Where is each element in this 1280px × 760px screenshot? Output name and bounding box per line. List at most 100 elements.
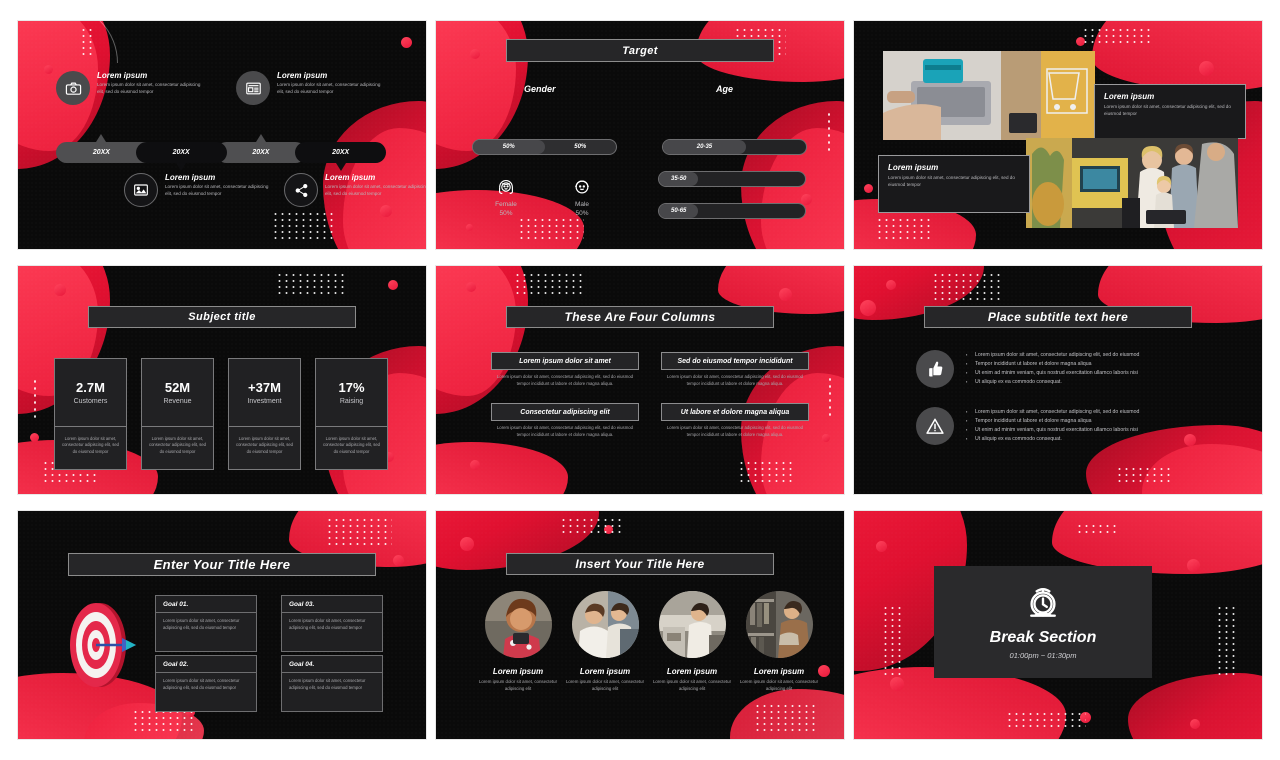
timeline-item-4[interactable]: Lorem ipsum Lorem ipsum dolor sit amet, … (284, 173, 427, 207)
panel-body: Lorem ipsum dolor sit amet, consectetur … (888, 175, 1015, 187)
share-icon (284, 173, 318, 207)
stat-card-revenue[interactable]: 52M Revenue Lorem ipsum dolor sit amet, … (141, 358, 214, 470)
slide-6-bullets[interactable]: Place subtitle text here Lorem ipsum dol… (853, 265, 1263, 495)
goal-heading: Goal 01. (156, 596, 256, 613)
pointer-down-icon (335, 163, 346, 171)
goal-heading: Goal 02. (156, 656, 256, 673)
article-icon (236, 71, 270, 105)
person-body: Lorem ipsum dolor sit amet, consectetur … (739, 679, 819, 691)
person-photo (484, 591, 552, 658)
column-header-text: Ut labore et dolore magna aliqua (680, 408, 790, 416)
column-header-2[interactable]: Sed do eiusmod tempor incididunt (661, 352, 809, 370)
person-card-2[interactable]: Lorem ipsum Lorem ipsum dolor sit amet, … (561, 591, 649, 692)
age-heading: Age (716, 84, 734, 94)
goal-card-4[interactable]: Goal 04. Lorem ipsum dolor sit amet, con… (281, 655, 383, 712)
bullet-list-2: Lorem ipsum dolor sit amet, consectetur … (966, 408, 1139, 444)
person-title: Lorem ipsum (753, 667, 805, 676)
male-value: 50% (575, 209, 589, 217)
stat-card-investment[interactable]: +37M Investment Lorem ipsum dolor sit am… (228, 358, 301, 470)
dartboard-icon (70, 595, 142, 693)
stat-body: Lorem ipsum dolor sit amet, consectetur … (148, 436, 207, 454)
panel-body: Lorem ipsum dolor sit amet, consectetur … (1104, 104, 1231, 116)
person-photo (745, 591, 813, 658)
break-panel: Break Section 01:00pm ~ 01:30pm (934, 566, 1152, 678)
person-card-1[interactable]: Lorem ipsum Lorem ipsum dolor sit amet, … (474, 591, 562, 692)
stat-body: Lorem ipsum dolor sit amet, consectetur … (322, 436, 381, 454)
goal-heading: Goal 04. (282, 656, 382, 673)
slide-1-timeline[interactable]: Lorem ipsum Lorem ipsum dolor sit amet, … (17, 20, 427, 250)
slide-title-text: Place subtitle text here (987, 310, 1129, 324)
bullet-group-2: Lorem ipsum dolor sit amet, consectetur … (916, 407, 1139, 445)
bullet: Ut aliquip ex ea commodo consequat. (966, 435, 1139, 444)
photo-laptop-payment (883, 51, 1095, 140)
age-bar-50-65[interactable]: 50-65 (658, 203, 806, 219)
slide-3-photo-text[interactable]: Lorem ipsum Lorem ipsum dolor sit amet, … (853, 20, 1263, 250)
timeline-item-3[interactable]: Lorem ipsum Lorem ipsum dolor sit amet, … (124, 173, 273, 207)
slide-9-break-section[interactable]: Break Section 01:00pm ~ 01:30pm (853, 510, 1263, 740)
goal-card-1[interactable]: Goal 01. Lorem ipsum dolor sit amet, con… (155, 595, 257, 652)
bullet: Ut enim ad minim veniam, quis nostrud ex… (966, 426, 1139, 435)
goal-card-3[interactable]: Goal 03. Lorem ipsum dolor sit amet, con… (281, 595, 383, 652)
stat-card-customers[interactable]: 2.7M Customers Lorem ipsum dolor sit ame… (54, 358, 127, 470)
person-title: Lorem ipsum (492, 667, 544, 676)
gender-male: Male 50% (560, 176, 604, 219)
goal-card-2[interactable]: Goal 02. Lorem ipsum dolor sit amet, con… (155, 655, 257, 712)
goal-body: Lorem ipsum dolor sit amet, consectetur … (289, 678, 366, 690)
gender-split-bar[interactable]: 50% 50% (472, 139, 617, 155)
person-body: Lorem ipsum dolor sit amet, consectetur … (652, 679, 732, 691)
timeline-segment-2[interactable]: 20XX (135, 142, 227, 171)
timeline-item-1[interactable]: Lorem ipsum Lorem ipsum dolor sit amet, … (56, 71, 205, 105)
warning-icon (916, 407, 954, 445)
person-title: Lorem ipsum (666, 667, 718, 676)
slide-deck: Lorem ipsum Lorem ipsum dolor sit amet, … (0, 0, 1280, 760)
bullet: Lorem ipsum dolor sit amet, consectetur … (966, 351, 1139, 360)
timeline-segment-1[interactable]: 20XX (56, 134, 147, 163)
column-body-2: Lorem ipsum dolor sit amet, consectetur … (666, 374, 804, 386)
slide-5-four-columns[interactable]: These Are Four Columns Lorem ipsum dolor… (435, 265, 845, 495)
stat-number: 2.7M (76, 380, 105, 395)
gender-female: Female 50% (484, 176, 528, 219)
photo-checkout-family (1026, 138, 1238, 228)
column-header-text: Consectetur adipiscing elit (520, 408, 610, 416)
slide-2-target[interactable]: Target Gender Age 50% 50% Female 50% Mal… (435, 20, 845, 250)
slide-title-text: Insert Your Title Here (575, 557, 705, 571)
person-title: Lorem ipsum (579, 667, 631, 676)
person-card-3[interactable]: Lorem ipsum Lorem ipsum dolor sit amet, … (648, 591, 736, 692)
stat-number: 52M (164, 380, 191, 395)
column-header-1[interactable]: Lorem ipsum dolor sit amet (491, 352, 639, 370)
item-title: Lorem ipsum (325, 173, 376, 182)
item-body: Lorem ipsum dolor sit amet, consectetur … (325, 184, 427, 196)
age-bar-20-35[interactable]: 20-35 (662, 139, 807, 155)
stat-card-raising[interactable]: 17% Raising Lorem ipsum dolor sit amet, … (315, 358, 388, 470)
slide-title-text: These Are Four Columns (564, 310, 716, 324)
age-bar-35-50[interactable]: 35-50 (658, 171, 806, 187)
slide-title-text: Subject title (188, 311, 256, 323)
timeline-label: 20XX (332, 149, 350, 156)
person-card-4[interactable]: Lorem ipsum Lorem ipsum dolor sit amet, … (735, 591, 823, 692)
column-header-4[interactable]: Ut labore et dolore magna aliqua (661, 403, 809, 421)
gender-heading: Gender (524, 84, 556, 94)
timeline-item-2[interactable]: Lorem ipsum Lorem ipsum dolor sit amet, … (236, 71, 385, 105)
camera-icon (56, 71, 90, 105)
stat-caption: Customers (73, 398, 108, 405)
female-label: Female (495, 201, 517, 208)
slide-title: Target (506, 39, 774, 62)
slide-8-team-circles[interactable]: Insert Your Title Here Lorem ipsum Lorem… (435, 510, 845, 740)
timeline-bar: 20XX 20XX 20XX 20XX (56, 134, 386, 171)
timeline-segment-4[interactable]: 20XX (295, 142, 386, 171)
timeline-segment-3[interactable]: 20XX (215, 134, 307, 163)
column-header-text: Sed do eiusmod tempor incididunt (677, 357, 793, 365)
image-icon (124, 173, 158, 207)
slide-7-goals[interactable]: Enter Your Title Here Goal 01. Lorem ips… (17, 510, 427, 740)
slide-4-stats[interactable]: Subject title 2.7M Customers Lorem ipsum… (17, 265, 427, 495)
bullet: Ut aliquip ex ea commodo consequat. (966, 378, 1139, 387)
goal-body: Lorem ipsum dolor sit amet, consectetur … (163, 678, 240, 690)
stat-body: Lorem ipsum dolor sit amet, consectetur … (61, 436, 120, 454)
bullet: Lorem ipsum dolor sit amet, consectetur … (966, 408, 1139, 417)
column-header-3[interactable]: Consectetur adipiscing elit (491, 403, 639, 421)
pointer-up-icon (96, 134, 107, 142)
bullet: Ut enim ad minim veniam, quis nostrud ex… (966, 369, 1139, 378)
slide-title: Place subtitle text here (924, 306, 1192, 328)
gender-split-male: 50% (574, 144, 587, 150)
stat-caption: Raising (339, 398, 364, 405)
